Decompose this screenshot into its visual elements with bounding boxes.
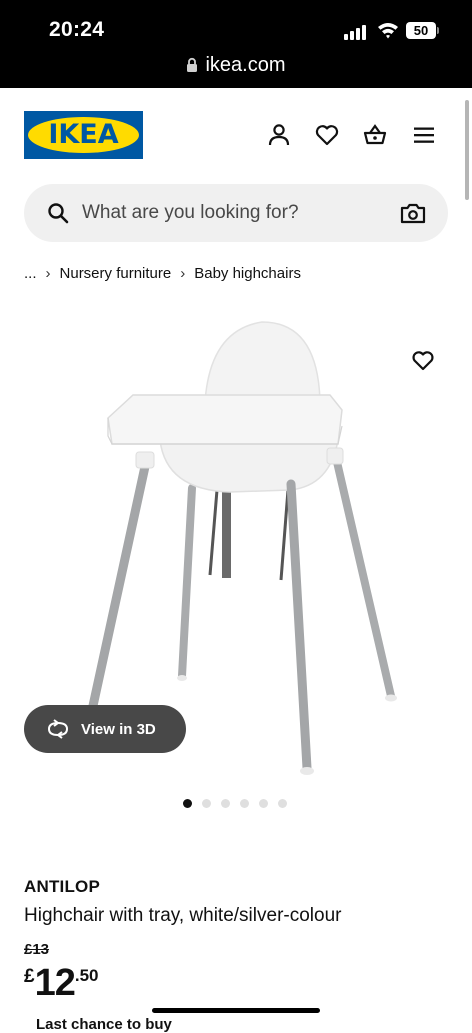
view-in-3d-label: View in 3D [81, 720, 156, 738]
cellular-signal-icon [344, 24, 370, 40]
gallery-dot-3[interactable] [221, 799, 230, 808]
logo-text: IKEA [48, 119, 119, 150]
camera-icon[interactable] [400, 202, 426, 224]
menu-icon[interactable] [411, 122, 437, 148]
current-price: £ 12 .50 [24, 962, 99, 1006]
price-integer: 12 [34, 962, 76, 1004]
home-indicator[interactable] [152, 1008, 320, 1013]
breadcrumb-nursery-furniture[interactable]: Nursery furniture [60, 265, 172, 282]
person-icon[interactable] [266, 122, 292, 148]
gallery-dot-2[interactable] [202, 799, 211, 808]
price-decimal: .50 [74, 966, 99, 985]
breadcrumb-ellipsis[interactable]: ... [24, 265, 37, 282]
price-currency: £ [24, 966, 35, 987]
battery-indicator: 50 [406, 22, 436, 39]
wifi-icon [378, 23, 398, 39]
product-name: ANTILOP [24, 877, 101, 896]
gallery-dot-5[interactable] [259, 799, 268, 808]
chevron-right-icon: › [45, 264, 51, 282]
gallery-dot-4[interactable] [240, 799, 249, 808]
search-input[interactable]: What are you looking for? [82, 202, 299, 224]
search-bar[interactable]: What are you looking for? [24, 184, 448, 242]
gallery-pagination [183, 799, 297, 809]
add-to-favourites-heart-icon[interactable] [411, 349, 435, 371]
gallery-dot-6[interactable] [278, 799, 287, 808]
chevron-right-icon: › [180, 264, 186, 282]
breadcrumb: ... › Nursery furniture › Baby highchair… [24, 263, 301, 283]
previous-price: £13 [24, 941, 50, 958]
url-text: ikea.com [205, 53, 286, 76]
view-in-3d-button[interactable]: View in 3D [24, 705, 186, 753]
status-bar: 20:24 50 ikea.com [0, 0, 472, 88]
search-icon [48, 203, 69, 224]
rotate-3d-icon [48, 719, 68, 739]
scrollbar[interactable] [465, 100, 469, 200]
lock-icon [187, 57, 198, 72]
heart-icon[interactable] [314, 122, 340, 148]
address-bar[interactable]: ikea.com [0, 50, 472, 80]
basket-icon[interactable] [362, 122, 388, 148]
ikea-logo[interactable]: IKEA [24, 111, 143, 159]
product-description: Highchair with tray, white/silver-colour [24, 905, 342, 926]
breadcrumb-baby-highchairs[interactable]: Baby highchairs [194, 265, 301, 282]
availability-notice: Last chance to buy [36, 1016, 172, 1033]
status-time: 20:24 [49, 18, 105, 41]
gallery-dot-1[interactable] [183, 799, 192, 808]
battery-nub [437, 27, 439, 34]
